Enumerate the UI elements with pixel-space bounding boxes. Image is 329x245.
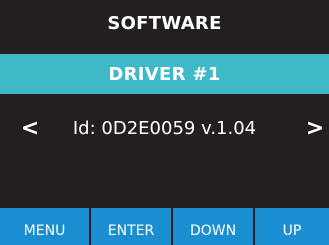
enter-button[interactable]: ENTER xyxy=(91,208,171,245)
section-bar: DRIVER #1 xyxy=(0,54,329,94)
screen-title: SOFTWARE xyxy=(107,12,222,34)
next-arrow-icon[interactable]: > xyxy=(303,108,327,148)
softkey-bar: MENU ENTER DOWN UP xyxy=(0,208,329,245)
down-button[interactable]: DOWN xyxy=(173,208,253,245)
device-screen: SOFTWARE DRIVER #1 < Id: 0D2E0059 v.1.04… xyxy=(0,0,329,245)
software-id-value: Id: 0D2E0059 v.1.04 xyxy=(72,117,257,139)
up-button[interactable]: UP xyxy=(255,208,329,245)
menu-button[interactable]: MENU xyxy=(0,208,89,245)
